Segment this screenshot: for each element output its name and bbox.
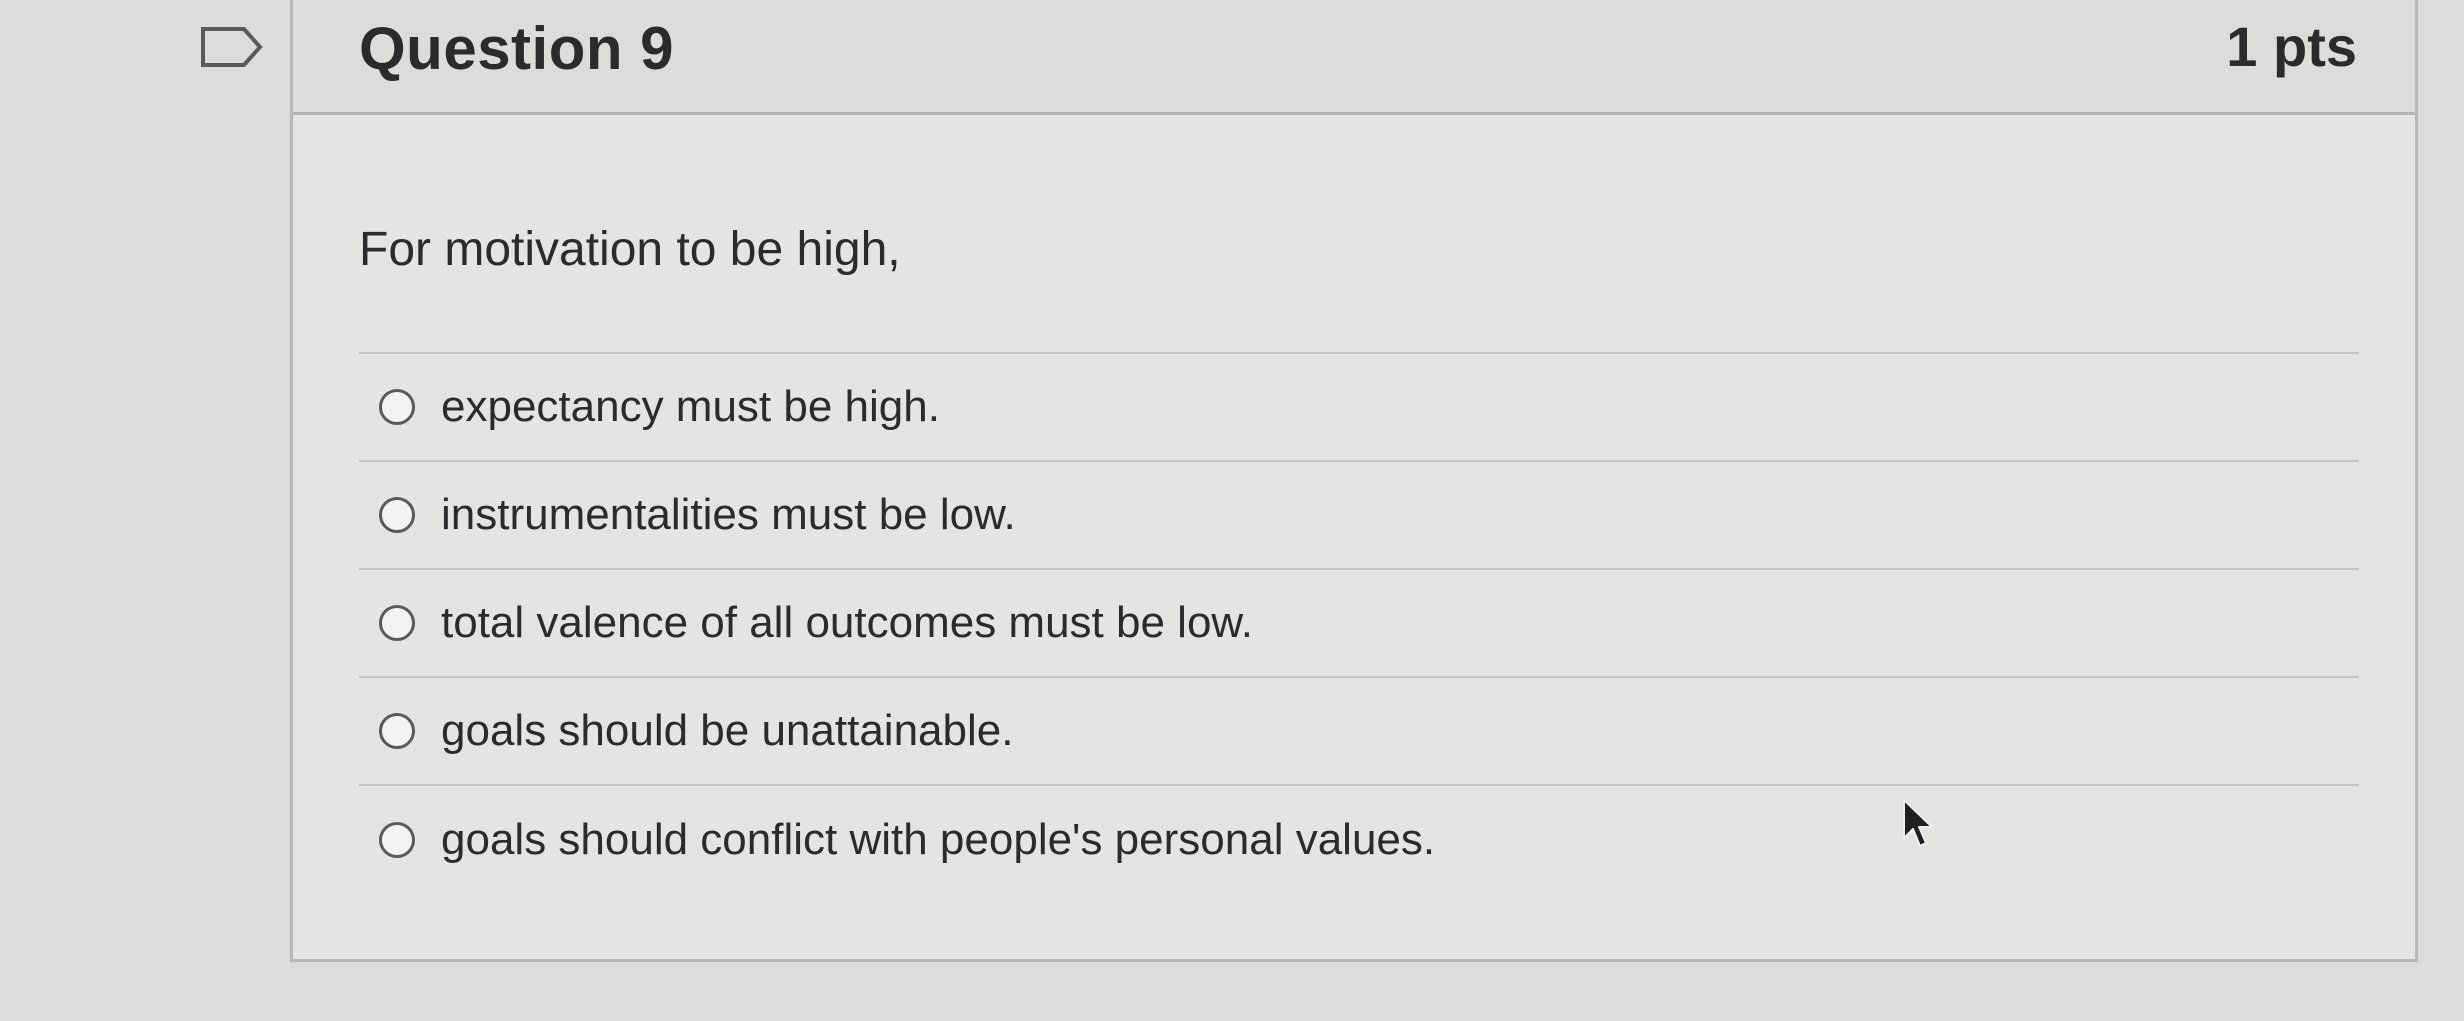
- question-card: Question 9 1 pts For motivation to be hi…: [290, 0, 2418, 962]
- answer-label: instrumentalities must be low.: [441, 490, 1016, 539]
- radio-button[interactable]: [379, 822, 415, 858]
- question-points: 1 pts: [2226, 15, 2357, 78]
- answer-label: total valence of all outcomes must be lo…: [441, 598, 1253, 647]
- question-header: Question 9 1 pts: [293, 0, 2415, 115]
- question-text: For motivation to be high,: [359, 223, 901, 276]
- answer-option[interactable]: expectancy must be high.: [359, 354, 2359, 462]
- answer-option[interactable]: total valence of all outcomes must be lo…: [359, 570, 2359, 678]
- radio-button[interactable]: [379, 713, 415, 749]
- question-title: Question 9: [359, 15, 675, 82]
- answer-option[interactable]: goals should be unattainable.: [359, 678, 2359, 786]
- answer-option[interactable]: instrumentalities must be low.: [359, 462, 2359, 570]
- radio-button[interactable]: [379, 389, 415, 425]
- answer-label: expectancy must be high.: [441, 382, 940, 431]
- mouse-pointer-icon: [1902, 798, 1936, 850]
- answer-list: expectancy must be high. instrumentaliti…: [359, 352, 2359, 894]
- answer-label: goals should be unattainable.: [441, 706, 1014, 755]
- radio-button[interactable]: [379, 497, 415, 533]
- answer-label: goals should conflict with people's pers…: [441, 815, 1436, 864]
- radio-button[interactable]: [379, 605, 415, 641]
- flag-question-icon[interactable]: [200, 26, 264, 68]
- answer-option[interactable]: goals should conflict with people's pers…: [359, 786, 2359, 894]
